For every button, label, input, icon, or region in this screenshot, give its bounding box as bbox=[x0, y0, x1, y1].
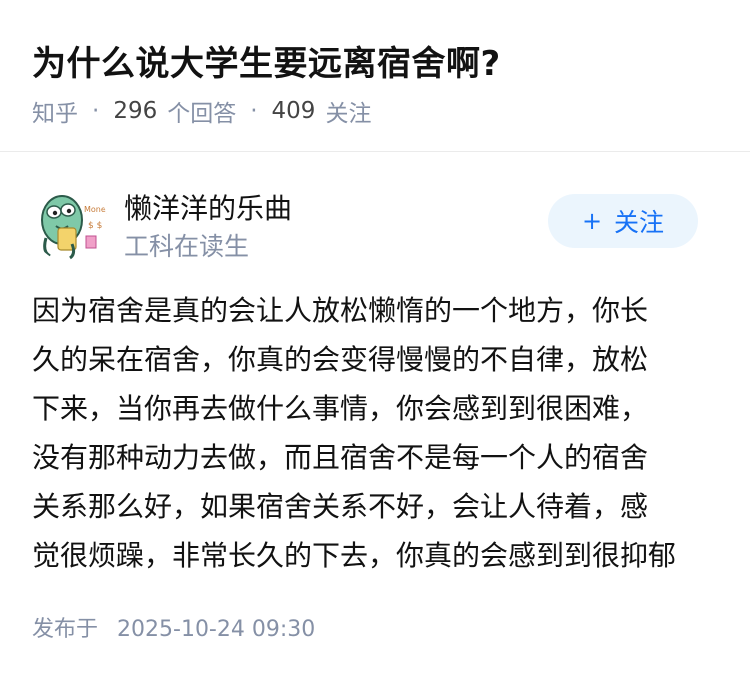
separator-dot: · bbox=[250, 98, 258, 124]
publish-datetime: 2025-10-24 09:30 bbox=[117, 617, 316, 642]
svg-text:$ $: $ $ bbox=[88, 221, 102, 231]
svg-text:Money!: Money! bbox=[84, 205, 108, 214]
avatar-image: Money! $ $ bbox=[32, 186, 108, 262]
plus-icon: + bbox=[581, 207, 603, 235]
follow-button-label: 关注 bbox=[614, 208, 665, 237]
question-header: 为什么说大学生要远离宿舍啊? 知乎 · 296 个回答 · 409 关注 bbox=[0, 0, 750, 152]
avatar[interactable]: Money! $ $ bbox=[32, 186, 108, 262]
answer-body: 因为宿舍是真的会让人放松懒惰的一个地方，你长 久的呆在宿舍，你真的会变得慢慢的不… bbox=[32, 294, 677, 572]
author-bio: 工科在读生 bbox=[124, 232, 250, 261]
answer-count: 296 bbox=[113, 98, 158, 124]
follow-count-label[interactable]: 关注 bbox=[325, 94, 371, 128]
separator-dot: · bbox=[92, 98, 100, 124]
publish-info: 发布于 2025-10-24 09:30 bbox=[32, 611, 315, 643]
question-meta: 知乎 · 296 个回答 · 409 关注 bbox=[32, 94, 371, 128]
answer-count-label[interactable]: 个回答 bbox=[167, 94, 236, 128]
author-name[interactable]: 懒洋洋的乐曲 bbox=[124, 187, 292, 227]
publish-label: 发布于 bbox=[32, 617, 99, 642]
follow-count: 409 bbox=[271, 98, 316, 124]
author-row: Money! $ $ 懒洋洋的乐曲 工科在读生 + 关注 bbox=[0, 180, 750, 270]
follow-button[interactable]: + 关注 bbox=[548, 194, 698, 248]
source-label: 知乎 bbox=[32, 101, 78, 127]
question-title[interactable]: 为什么说大学生要远离宿舍啊? bbox=[32, 36, 501, 85]
